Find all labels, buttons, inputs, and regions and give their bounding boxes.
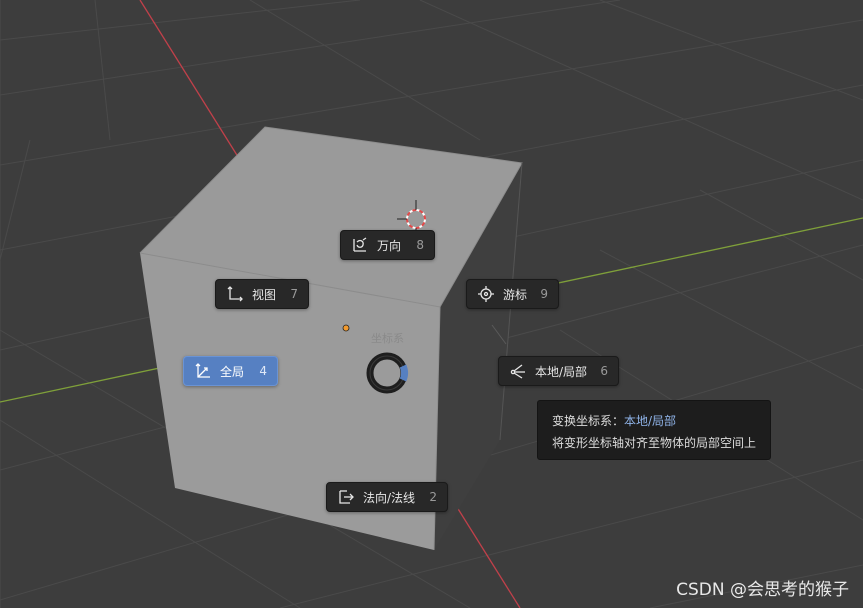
object-origin	[342, 324, 350, 332]
pie-item-view[interactable]: 视图 7	[215, 279, 309, 309]
pie-item-normal-hotkey: 2	[429, 490, 437, 504]
pie-item-local[interactable]: 本地/局部 6	[498, 356, 619, 386]
3d-viewport[interactable]	[0, 0, 863, 608]
pie-item-normal-label: 法向/法线	[363, 490, 416, 505]
global-axes-icon	[194, 362, 212, 380]
tooltip-value: 本地/局部	[624, 414, 677, 428]
pie-item-global[interactable]: 全局 4	[183, 356, 278, 386]
pie-item-view-label: 视图	[252, 287, 277, 302]
view-axes-icon	[226, 285, 244, 303]
tooltip-title-line: 变换坐标系：本地/局部	[552, 410, 756, 432]
pie-item-view-hotkey: 7	[290, 287, 298, 301]
normal-icon	[337, 488, 355, 506]
pie-item-cursor-label: 游标	[503, 287, 528, 302]
pie-item-local-label: 本地/局部	[535, 364, 588, 379]
pie-item-cursor-hotkey: 9	[540, 287, 548, 301]
pie-item-gimbal-hotkey: 8	[416, 238, 424, 252]
tooltip: 变换坐标系：本地/局部 将变形坐标轴对齐至物体的局部空间上	[537, 400, 771, 460]
pie-item-global-label: 全局	[220, 364, 245, 379]
tooltip-description: 将变形坐标轴对齐至物体的局部空间上	[552, 436, 757, 450]
pie-item-gimbal-label: 万向	[377, 238, 402, 253]
cursor-icon	[477, 285, 495, 303]
watermark: CSDN @会思考的猴子	[676, 580, 849, 600]
pie-item-gimbal[interactable]: 万向 8	[340, 230, 435, 260]
pie-item-normal[interactable]: 法向/法线 2	[326, 482, 448, 512]
pie-item-global-hotkey: 4	[259, 364, 267, 378]
pie-item-local-hotkey: 6	[600, 364, 608, 378]
pie-item-cursor[interactable]: 游标 9	[466, 279, 559, 309]
pie-direction-ring	[366, 352, 408, 394]
tooltip-title: 变换坐标系：	[552, 414, 625, 428]
pie-menu-title: 坐标系	[371, 332, 404, 345]
gimbal-icon	[351, 236, 369, 254]
local-axes-icon	[509, 362, 527, 380]
